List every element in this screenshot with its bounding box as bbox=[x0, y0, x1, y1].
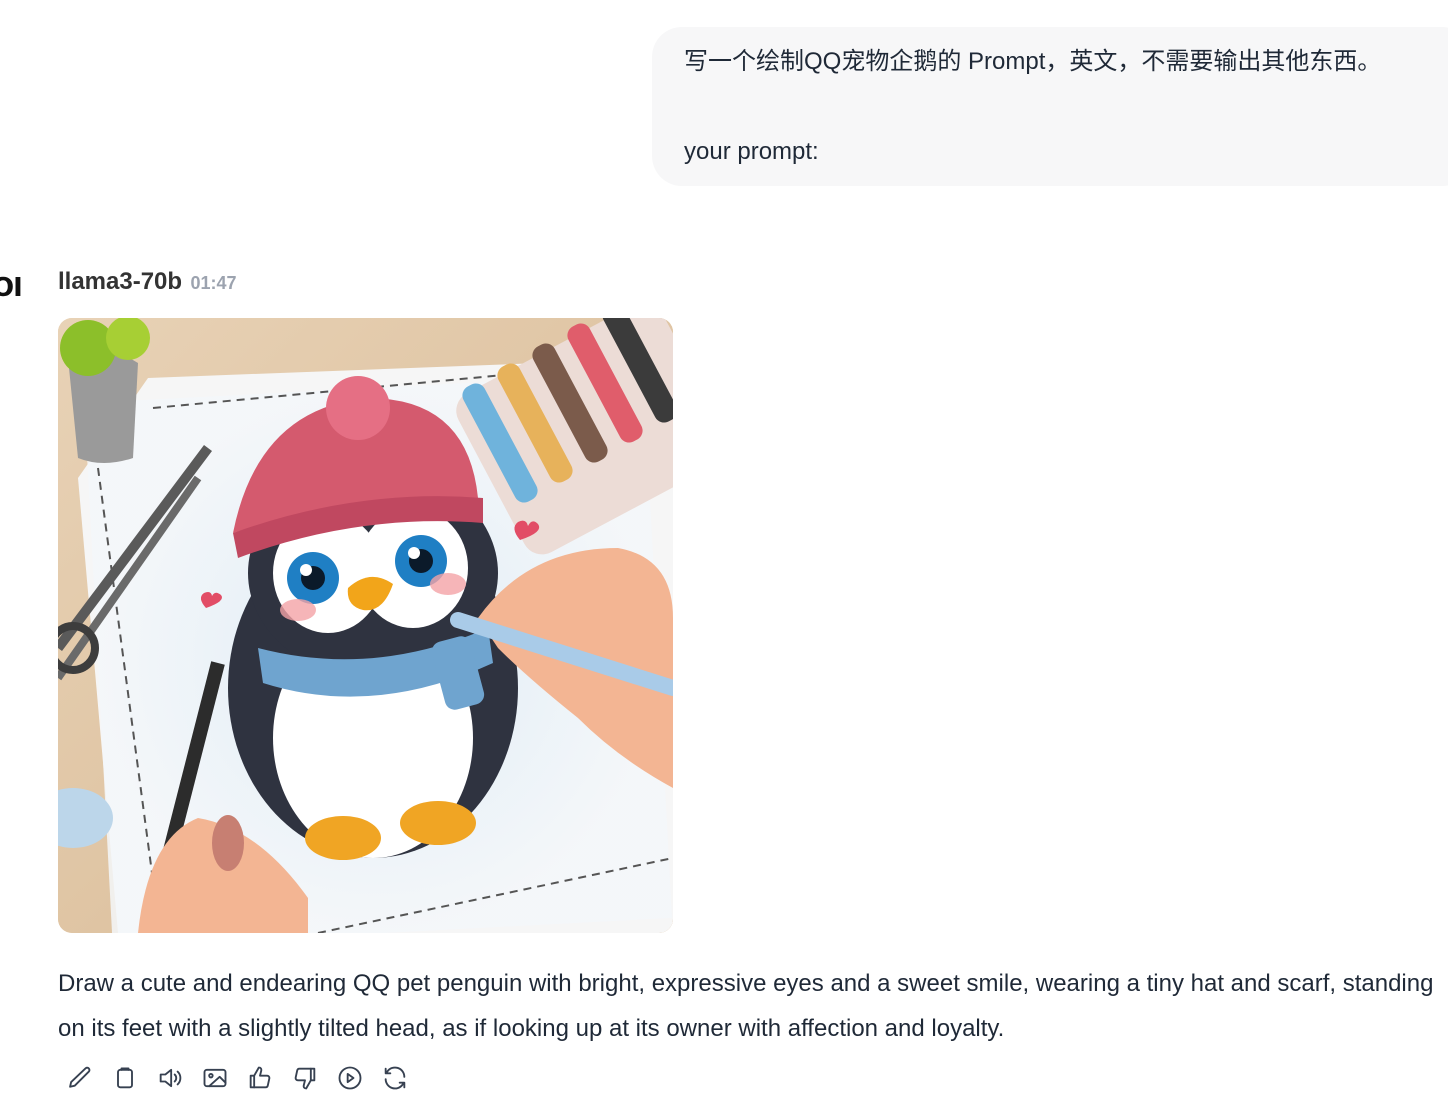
user-message-line-2: your prompt: bbox=[684, 138, 819, 165]
penguin-illustration bbox=[58, 318, 673, 933]
image-icon[interactable] bbox=[201, 1063, 246, 1093]
user-message-bubble: 写一个绘制QQ宠物企鹅的 Prompt，英文，不需要输出其他东西。 your p… bbox=[652, 27, 1448, 186]
assistant-header: llama3-70b 01:47 bbox=[58, 268, 237, 296]
model-name: llama3-70b bbox=[58, 268, 183, 295]
user-message-line-1: 写一个绘制QQ宠物企鹅的 Prompt，英文，不需要输出其他东西。 bbox=[684, 48, 1382, 75]
copy-icon[interactable] bbox=[111, 1063, 156, 1093]
message-timestamp: 01:47 bbox=[190, 273, 237, 293]
thumbs-up-icon[interactable] bbox=[246, 1063, 291, 1093]
thumbs-down-icon[interactable] bbox=[291, 1063, 336, 1093]
assistant-avatar: OI bbox=[0, 273, 23, 303]
edit-icon[interactable] bbox=[66, 1063, 111, 1093]
assistant-reply-text: Draw a cute and endearing QQ pet penguin… bbox=[58, 970, 1434, 1042]
play-icon[interactable] bbox=[336, 1063, 381, 1093]
regenerate-icon[interactable] bbox=[381, 1063, 426, 1093]
generated-image[interactable] bbox=[58, 318, 673, 933]
message-actions bbox=[66, 1063, 426, 1093]
speaker-icon[interactable] bbox=[156, 1063, 201, 1093]
chat-page: 写一个绘制QQ宠物企鹅的 Prompt，英文，不需要输出其他东西。 your p… bbox=[0, 0, 1448, 1100]
